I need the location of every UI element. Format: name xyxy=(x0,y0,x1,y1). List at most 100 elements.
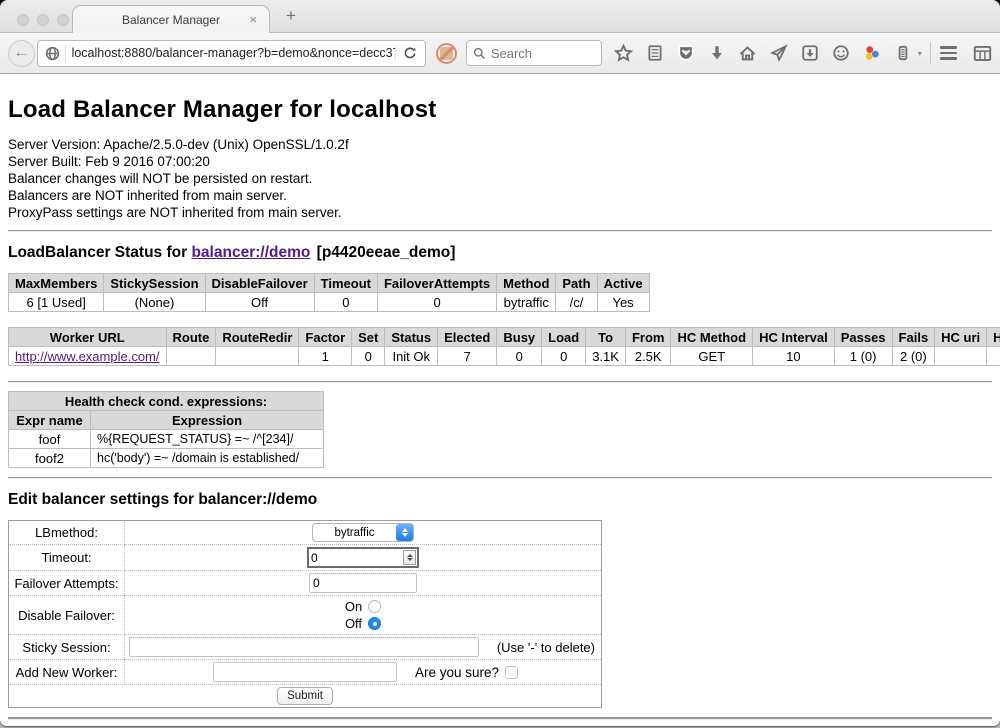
worker-table: Worker URL Route RouteRedir Factor Set S… xyxy=(8,327,1000,366)
cell-stickysession: (None) xyxy=(104,293,205,312)
select-stepper-icon xyxy=(396,524,413,541)
col-fails: Fails xyxy=(892,328,935,347)
tab-bar: Balancer Manager × + xyxy=(0,0,1000,33)
radio-on[interactable] xyxy=(368,600,381,613)
cell-passes: 1 (0) xyxy=(834,347,892,366)
cell-failoverattempts: 0 xyxy=(377,293,496,312)
cell-method: bytraffic xyxy=(497,293,556,312)
cell-fails: 2 (0) xyxy=(892,347,935,366)
clipboard-icon[interactable] xyxy=(645,43,665,63)
cell-disablefailover: Off xyxy=(205,293,314,312)
cell-set: 0 xyxy=(352,347,385,366)
col-disablefailover: DisableFailover xyxy=(205,274,314,293)
navigation-toolbar: ← localhost:8880/balancer-manager?b=demo… xyxy=(0,33,1000,74)
download-arrow-icon[interactable] xyxy=(707,43,727,63)
tab-balancer-manager[interactable]: Balancer Manager × xyxy=(72,5,270,34)
status-heading: LoadBalancer Status for balancer://demo … xyxy=(8,244,992,262)
cell-active: Yes xyxy=(597,293,649,312)
table-header-row: MaxMembers StickySession DisableFailover… xyxy=(9,274,650,293)
reload-button[interactable] xyxy=(395,46,425,60)
window-zoom-button[interactable] xyxy=(57,14,69,26)
search-box[interactable] xyxy=(466,40,602,66)
timeout-label: Timeout: xyxy=(9,545,125,571)
feedback-smiley-icon[interactable] xyxy=(831,43,851,63)
cell-expression: hc('body') =~ /domain is established/ xyxy=(91,449,324,468)
form-row-disable-failover: Disable Failover: On Off xyxy=(9,596,602,635)
col-routeredir: RouteRedir xyxy=(216,328,299,347)
home-icon[interactable] xyxy=(738,43,758,63)
number-spinner-icon[interactable] xyxy=(403,550,416,565)
battery-icon[interactable] xyxy=(893,43,913,63)
tab-close-icon[interactable]: × xyxy=(249,12,257,27)
lbmethod-label: LBmethod: xyxy=(9,521,125,545)
window-minimize-button[interactable] xyxy=(37,14,49,26)
col-to: To xyxy=(586,328,626,347)
cell-hc-method: GET xyxy=(671,347,753,366)
content-blocker-icon[interactable] xyxy=(436,43,457,64)
cell-expr-name: foof xyxy=(9,430,91,449)
cell-path: /c/ xyxy=(556,293,597,312)
search-input[interactable] xyxy=(491,46,595,61)
back-arrow-icon: ← xyxy=(13,44,29,62)
color-dots-icon[interactable] xyxy=(862,43,882,63)
col-active: Active xyxy=(597,274,649,293)
browser-window: Balancer Manager × + ← localhost:8880/ba… xyxy=(0,0,1000,726)
server-version: Server Version: Apache/2.5.0-dev (Unix) … xyxy=(8,136,992,153)
persist-note: Balancer changes will NOT be persisted o… xyxy=(8,170,992,187)
window-controls[interactable] xyxy=(17,14,69,26)
apps-grid-icon[interactable] xyxy=(972,43,992,63)
pocket-icon[interactable] xyxy=(676,43,696,63)
sticky-session-input[interactable] xyxy=(129,637,479,657)
cell-to: 3.1K xyxy=(586,347,626,366)
col-hc-interval: HC Interval xyxy=(753,328,835,347)
menu-icon[interactable] xyxy=(939,43,959,63)
window-close-button[interactable] xyxy=(17,14,29,26)
balancer-demo-link[interactable]: balancer://demo xyxy=(191,244,310,261)
radio-off-label: Off xyxy=(345,616,362,631)
divider xyxy=(8,381,992,382)
radio-off[interactable] xyxy=(368,617,381,630)
bookmark-star-icon[interactable] xyxy=(614,43,634,63)
sticky-session-label: Sticky Session: xyxy=(9,635,125,660)
server-built: Server Built: Feb 9 2016 07:00:20 xyxy=(8,153,992,170)
cell-expression: %{REQUEST_STATUS} =~ /^[234]/ xyxy=(91,430,324,449)
balancer-summary-table: MaxMembers StickySession DisableFailover… xyxy=(8,273,650,312)
edit-balancer-form: LBmethod: bytraffic Timeout: xyxy=(8,520,602,708)
proxypass-note: ProxyPass settings are NOT inherited fro… xyxy=(8,204,992,221)
table-row: http://www.example.com/ 1 0 Init Ok 7 0 … xyxy=(9,347,1000,366)
url-bar[interactable]: localhost:8880/balancer-manager?b=demo&n… xyxy=(37,40,426,67)
add-worker-input[interactable] xyxy=(213,662,397,682)
disable-failover-label: Disable Failover: xyxy=(9,596,125,635)
col-busy: Busy xyxy=(497,328,542,347)
failover-attempts-input[interactable] xyxy=(309,573,417,593)
table-title-row: Health check cond. expressions: xyxy=(9,392,324,411)
reload-icon xyxy=(403,46,417,60)
send-plane-icon[interactable] xyxy=(769,43,789,63)
form-row-lbmethod: LBmethod: bytraffic xyxy=(9,521,602,545)
dropdown-caret-icon[interactable]: ▾ xyxy=(918,49,922,58)
worker-url-link[interactable]: http://www.example.com/ xyxy=(15,349,160,364)
add-worker-label: Add New Worker: xyxy=(9,660,125,685)
lbmethod-selected-value: bytraffic xyxy=(313,527,396,539)
submit-button[interactable]: Submit xyxy=(277,687,333,705)
col-elected: Elected xyxy=(438,328,497,347)
are-you-sure-label: Are you sure? xyxy=(415,665,499,680)
url-text[interactable]: localhost:8880/balancer-manager?b=demo&n… xyxy=(66,46,395,60)
back-button[interactable]: ← xyxy=(8,40,35,67)
col-status: Status xyxy=(385,328,438,347)
timeout-input[interactable] xyxy=(309,551,403,565)
cell-busy: 0 xyxy=(497,347,542,366)
col-from: From xyxy=(625,328,671,347)
status-heading-suffix: [p4420eeae_demo] xyxy=(317,244,456,261)
sticky-delete-note: (Use '-' to delete) xyxy=(497,640,597,655)
radio-on-label: On xyxy=(345,599,362,614)
form-row-add-worker: Add New Worker: Are you sure? xyxy=(9,660,602,685)
lbmethod-select[interactable]: bytraffic xyxy=(312,523,414,542)
are-you-sure-checkbox[interactable] xyxy=(505,666,518,679)
save-box-icon[interactable] xyxy=(800,43,820,63)
divider xyxy=(8,477,992,478)
col-load: Load xyxy=(542,328,586,347)
new-tab-button[interactable]: + xyxy=(286,6,296,26)
failover-attempts-label: Failover Attempts: xyxy=(9,571,125,596)
globe-icon xyxy=(45,46,60,61)
